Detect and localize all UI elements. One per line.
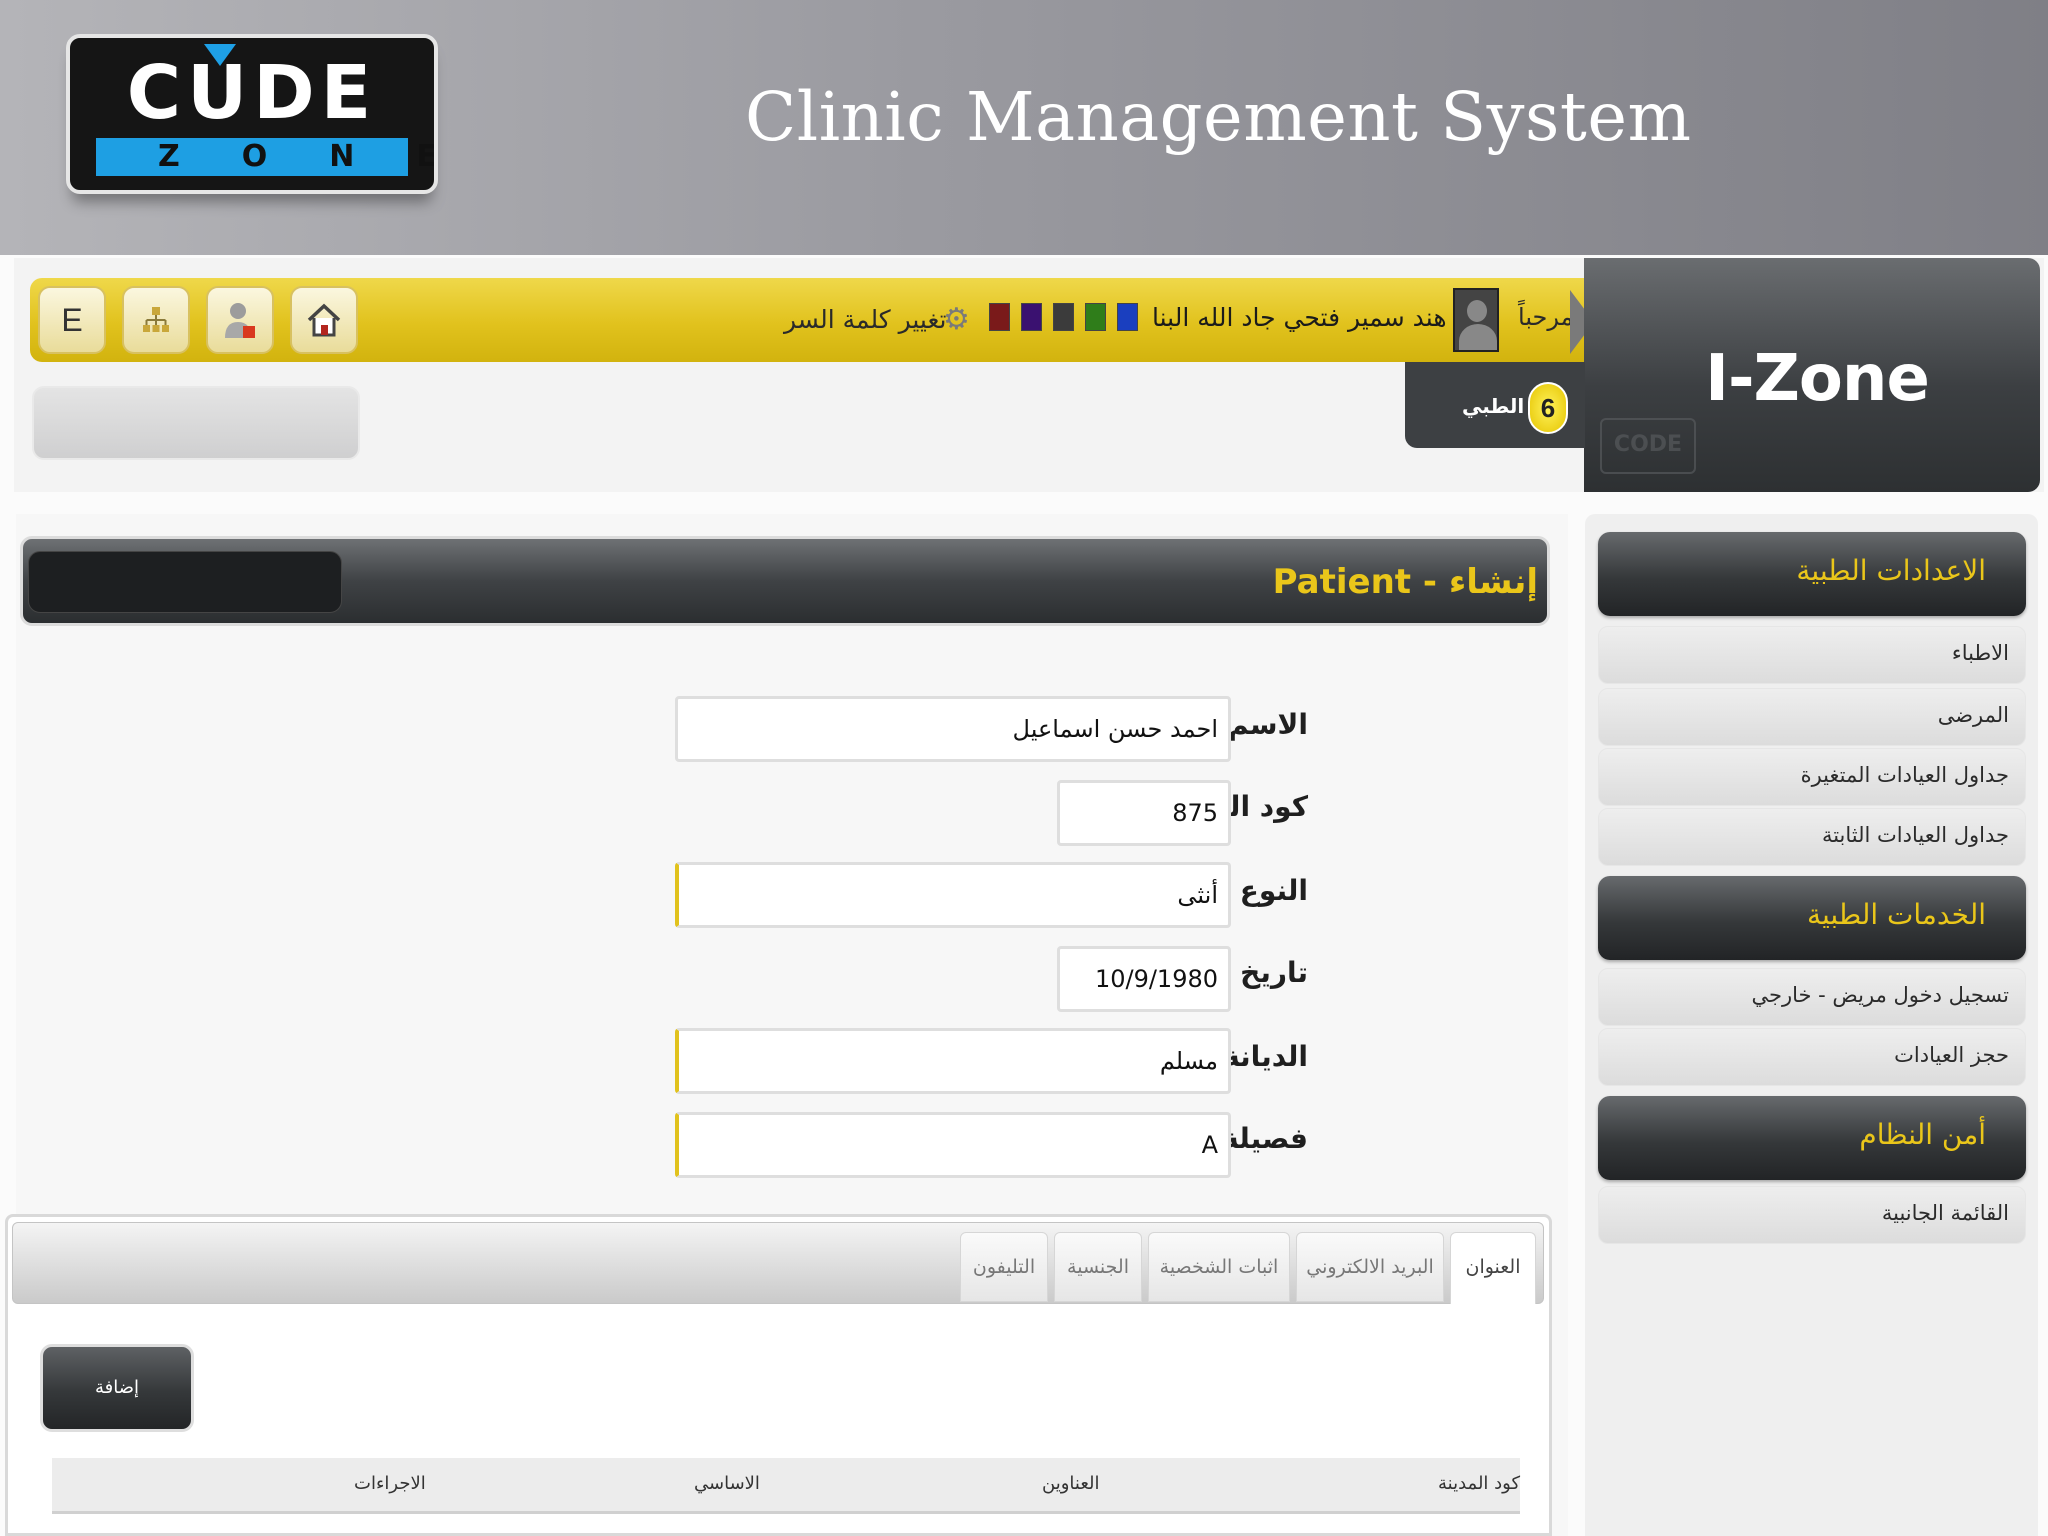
brand-title: I-Zone — [1705, 342, 1930, 416]
sidebar-item-doctors[interactable]: الاطباء — [1598, 626, 2026, 684]
gender-label: النوع — [1239, 874, 1308, 907]
sidebar-item-fixed-schedules[interactable]: جداول العيادات الثابتة — [1598, 808, 2026, 866]
sidebar-section-system-security[interactable]: أمن النظام — [1598, 1096, 2026, 1180]
sidebar-item-label: جداول العيادات الثابتة — [1821, 823, 2009, 847]
theme-swatch-gray[interactable] — [1053, 303, 1074, 331]
code-zone-logo: CUDE ZONE — [66, 34, 438, 194]
tab-address[interactable]: العنوان — [1450, 1232, 1536, 1304]
language-label: E — [61, 301, 83, 338]
brand-watermark: CODE — [1600, 418, 1696, 474]
avatar — [1453, 288, 1499, 352]
welcome-text: مرحباً — [1518, 303, 1574, 331]
religion-select[interactable]: مسلم — [675, 1028, 1231, 1094]
change-password-link[interactable]: تغيير كلمة السر — [784, 305, 947, 334]
user-logout-button[interactable] — [206, 286, 274, 354]
page-title: Patient - إنشاء — [1272, 562, 1538, 602]
logo-wordmark: CUDE — [126, 50, 378, 136]
logo-subtitle: ZONE — [96, 138, 434, 176]
slide-title: Clinic Management System — [745, 78, 1692, 156]
column-addresses[interactable]: العناوين — [1042, 1473, 1100, 1494]
patient-code-field[interactable]: 875 — [1057, 780, 1231, 846]
sidebar-item-patients[interactable]: المرضى — [1598, 688, 2026, 746]
tab-nationality[interactable]: الجنسية — [1054, 1232, 1142, 1302]
language-button[interactable]: E — [38, 286, 106, 354]
title-bar-inset — [28, 551, 342, 613]
sidebar-item-side-menu[interactable]: القائمة الجانبية — [1598, 1186, 2026, 1244]
sidebar-item-label: حجز العيادات — [1894, 1043, 2009, 1067]
blood-type-select[interactable]: A — [675, 1112, 1231, 1178]
sidebar-item-patient-checkin[interactable]: تسجيل دخول مريض - خارجي — [1598, 968, 2026, 1026]
address-grid-header — [52, 1458, 1520, 1514]
brand-panel: I-Zone CODE — [1584, 258, 2040, 492]
home-icon — [307, 303, 341, 337]
add-button[interactable]: إضافة — [40, 1344, 194, 1432]
home-button[interactable] — [290, 286, 358, 354]
sidebar-item-label: جداول العيادات المتغيرة — [1800, 763, 2009, 787]
sidebar-item-label: القائمة الجانبية — [1881, 1201, 2009, 1225]
sitemap-button[interactable] — [122, 286, 190, 354]
search-placeholder-box — [32, 386, 360, 460]
sidebar-item-label: الاطباء — [1951, 641, 2009, 665]
notification-badge[interactable]: 6 — [1528, 382, 1568, 434]
avatar-body — [1459, 324, 1497, 350]
tab-phone[interactable]: التليفون — [960, 1232, 1048, 1302]
user-logout-icon — [225, 303, 255, 338]
theme-swatch-purple[interactable] — [1021, 303, 1042, 331]
column-city-code[interactable]: كود المدينة — [1438, 1473, 1520, 1494]
column-primary[interactable]: الاساسي — [694, 1473, 760, 1494]
sidebar-section-medical-settings[interactable]: الاعدادات الطبية — [1598, 532, 2026, 616]
religion-label: الديانة — [1223, 1040, 1308, 1073]
sidebar-section-medical-services[interactable]: الخدمات الطبية — [1598, 876, 2026, 960]
sidebar-item-variable-schedules[interactable]: جداول العيادات المتغيرة — [1598, 748, 2026, 806]
gender-select[interactable]: أنثى — [675, 862, 1231, 928]
sidebar-item-label: تسجيل دخول مريض - خارجي — [1751, 983, 2009, 1007]
sidebar-item-clinic-booking[interactable]: حجز العيادات — [1598, 1028, 2026, 1086]
theme-swatch-green[interactable] — [1085, 303, 1106, 331]
slide-header: CUDE ZONE Clinic Management System — [0, 0, 2048, 255]
theme-swatch-blue[interactable] — [1117, 303, 1138, 331]
sitemap-icon — [143, 307, 169, 332]
name-label: الاسم — [1228, 708, 1308, 741]
theme-swatch-red[interactable] — [989, 303, 1010, 331]
avatar-head — [1467, 300, 1487, 322]
tab-identity[interactable]: اثبات الشخصية — [1148, 1232, 1290, 1302]
sidebar-section-label: الاعدادات الطبية — [1796, 554, 1986, 587]
tab-email[interactable]: البريد الالكتروني — [1296, 1232, 1444, 1302]
user-name: هند سمير فتحي جاد الله البنا — [1152, 303, 1447, 332]
sidebar-section-label: الخدمات الطبية — [1806, 898, 1986, 931]
gear-icon[interactable]: ⚙ — [943, 303, 973, 337]
sidebar-item-label: المرضى — [1937, 703, 2009, 727]
column-actions[interactable]: الاجراءات — [354, 1473, 426, 1494]
name-field[interactable]: احمد حسن اسماعيل — [675, 696, 1231, 762]
sidebar-section-label: أمن النظام — [1859, 1118, 1986, 1151]
notification-label: الطبي — [1462, 394, 1525, 418]
birth-date-field[interactable]: 10/9/1980 — [1057, 946, 1231, 1012]
